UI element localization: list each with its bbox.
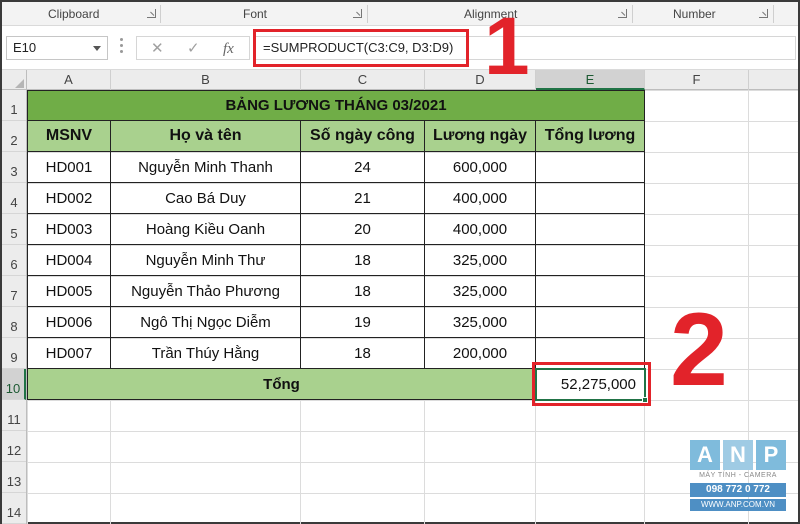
table-cell-id[interactable]: HD006	[27, 307, 111, 338]
column-header-c[interactable]: C	[301, 70, 425, 90]
row-header-12[interactable]: 12	[2, 431, 26, 462]
column-headers: A B C D E F	[2, 70, 798, 90]
step-2-label: 2	[670, 292, 728, 408]
grip-icon[interactable]	[120, 38, 123, 58]
row-header-14[interactable]: 14	[2, 493, 26, 524]
row-header-11[interactable]: 11	[2, 400, 26, 431]
clipboard-label: Clipboard	[48, 7, 100, 21]
ribbon-group-font: Font	[161, 2, 367, 26]
sheet-title-cell[interactable]: BẢNG LƯƠNG THÁNG 03/2021	[27, 90, 645, 121]
step-1-label: 1	[484, 1, 530, 92]
table-cell-days[interactable]: 19	[301, 307, 425, 338]
table-cell-rate[interactable]: 400,000	[425, 183, 536, 214]
select-all-button[interactable]	[2, 70, 27, 90]
logo-letters: A N P	[690, 440, 786, 470]
table-cell-days[interactable]: 18	[301, 338, 425, 369]
row-header-6[interactable]: 6	[2, 245, 26, 276]
dialog-launcher-icon[interactable]	[147, 9, 156, 18]
column-header-f[interactable]: F	[645, 70, 749, 90]
table-cell-total[interactable]	[536, 276, 645, 307]
column-header-e[interactable]: E	[536, 70, 645, 90]
logo-letter: N	[723, 440, 753, 470]
row-header-4[interactable]: 4	[2, 183, 26, 214]
table-cell-name[interactable]: Nguyễn Minh Thanh	[111, 152, 301, 183]
ribbon-group-labels: Clipboard Font Alignment Number	[2, 2, 798, 26]
column-header-b[interactable]: B	[111, 70, 301, 90]
ribbon-group-number: Number	[633, 2, 773, 26]
row-header-10[interactable]: 10	[2, 369, 26, 400]
logo-website: WWW.ANP.COM.VN	[690, 499, 786, 511]
row-header-3[interactable]: 3	[2, 152, 26, 183]
header-cell-msnv[interactable]: MSNV	[27, 121, 111, 152]
dialog-launcher-icon[interactable]	[759, 9, 768, 18]
logo-phone: 098 772 0 772	[690, 483, 786, 497]
column-header-a[interactable]: A	[27, 70, 111, 90]
table-cell-name[interactable]: Trần Thúy Hằng	[111, 338, 301, 369]
chevron-down-icon[interactable]	[93, 46, 101, 51]
row-header-2[interactable]: 2	[2, 121, 26, 152]
formula-buttons: ✕ ✓ fx	[136, 36, 250, 60]
header-cell-days[interactable]: Số ngày công	[301, 121, 425, 152]
table-cell-rate[interactable]: 200,000	[425, 338, 536, 369]
check-icon[interactable]: ✓	[187, 39, 200, 59]
table-cell-name[interactable]: Nguyễn Thảo Phương	[111, 276, 301, 307]
table-cell-name[interactable]: Hoàng Kiều Oanh	[111, 214, 301, 245]
insert-function-button[interactable]: fx	[223, 39, 234, 59]
table-cell-name[interactable]: Cao Bá Duy	[111, 183, 301, 214]
row-header-13[interactable]: 13	[2, 462, 26, 493]
number-label: Number	[673, 7, 716, 21]
name-box-value: E10	[13, 40, 37, 55]
table-cell-total[interactable]	[536, 245, 645, 276]
table-cell-total[interactable]	[536, 214, 645, 245]
table-cell-name[interactable]: Nguyễn Minh Thư	[111, 245, 301, 276]
table-cell-total[interactable]	[536, 152, 645, 183]
table-cell-id[interactable]: HD001	[27, 152, 111, 183]
dialog-launcher-icon[interactable]	[618, 9, 627, 18]
row-header-8[interactable]: 8	[2, 307, 26, 338]
header-cell-total[interactable]: Tổng lương	[536, 121, 645, 152]
ribbon-group-clipboard: Clipboard	[2, 2, 160, 26]
ribbon-separator	[773, 5, 774, 23]
table-cell-id[interactable]: HD004	[27, 245, 111, 276]
total-label-cell[interactable]: Tổng	[27, 369, 536, 400]
header-cell-rate[interactable]: Lương ngày	[425, 121, 536, 152]
table-cell-rate[interactable]: 400,000	[425, 214, 536, 245]
row-header-9[interactable]: 9	[2, 338, 26, 369]
table-cell-rate[interactable]: 325,000	[425, 245, 536, 276]
row-headers: 1 2 3 4 5 6 7 8 9 10 11 12 13 14	[2, 90, 27, 524]
table-cell-total[interactable]	[536, 183, 645, 214]
logo-tagline: MÁY TÍNH - CAMERA	[699, 472, 777, 479]
table-cell-days[interactable]: 18	[301, 245, 425, 276]
result-highlight	[532, 362, 651, 406]
table-cell-id[interactable]: HD002	[27, 183, 111, 214]
name-box[interactable]: E10	[6, 36, 108, 60]
table-cell-id[interactable]: HD003	[27, 214, 111, 245]
table-cell-days[interactable]: 24	[301, 152, 425, 183]
row-header-5[interactable]: 5	[2, 214, 26, 245]
row-header-1[interactable]: 1	[2, 90, 26, 121]
table-cell-days[interactable]: 18	[301, 276, 425, 307]
close-icon[interactable]: ✕	[151, 39, 164, 59]
table-cell-id[interactable]: HD005	[27, 276, 111, 307]
table-cell-id[interactable]: HD007	[27, 338, 111, 369]
table-cell-rate[interactable]: 600,000	[425, 152, 536, 183]
table-cell-days[interactable]: 21	[301, 183, 425, 214]
dialog-launcher-icon[interactable]	[353, 9, 362, 18]
logo-letter: P	[756, 440, 786, 470]
table-cell-days[interactable]: 20	[301, 214, 425, 245]
logo-letter: A	[690, 440, 720, 470]
table-cell-rate[interactable]: 325,000	[425, 276, 536, 307]
table-cell-rate[interactable]: 325,000	[425, 307, 536, 338]
anp-logo: A N P MÁY TÍNH - CAMERA 098 772 0 772 WW…	[690, 440, 788, 520]
table-cell-total[interactable]	[536, 307, 645, 338]
row-header-7[interactable]: 7	[2, 276, 26, 307]
formula-highlight	[253, 29, 469, 67]
table-cell-name[interactable]: Ngô Thị Ngọc Diễm	[111, 307, 301, 338]
header-cell-name[interactable]: Họ và tên	[111, 121, 301, 152]
font-label: Font	[243, 7, 268, 21]
